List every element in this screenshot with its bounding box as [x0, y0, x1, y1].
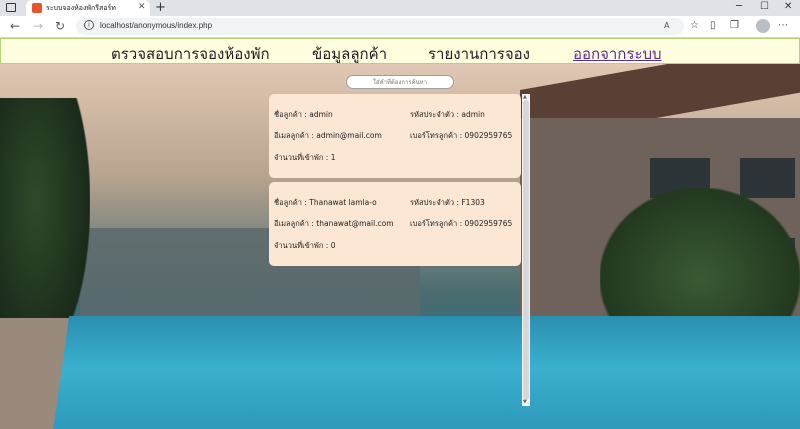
- browser-title-bar: ระบบจองห้องพักรีสอร์ท ✕ + ─ ☐ ✕: [0, 0, 800, 16]
- customer-id-field: รหัสประจำตัว : admin: [410, 110, 485, 119]
- new-tab-icon[interactable]: +: [155, 0, 166, 15]
- customer-list: ชื่อลูกค้า : admin รหัสประจำตัว : admin …: [269, 94, 531, 406]
- site-favicon-icon: [32, 3, 42, 13]
- back-icon[interactable]: ←: [10, 19, 20, 33]
- more-menu-icon[interactable]: ⋯: [778, 20, 788, 31]
- customer-phone-field: เบอร์โทรลูกค้า : 0902959765: [410, 131, 513, 140]
- tab-actions-icon[interactable]: [6, 3, 16, 12]
- maximize-icon[interactable]: ☐: [760, 1, 769, 12]
- collections-icon[interactable]: ❐: [730, 20, 739, 31]
- search-input[interactable]: [346, 75, 454, 89]
- customer-email-field: อีเมลลูกค้า : admin@mail.com: [274, 131, 382, 140]
- customer-email-field: อีเมลลูกค้า : thanawat@mail.com: [274, 219, 394, 228]
- scroll-down-icon[interactable]: ▼: [523, 399, 527, 405]
- list-scrollbar[interactable]: ▲ ▼: [522, 94, 530, 406]
- customer-name-field: ชื่อลูกค้า : Thanawat lamla-o: [274, 198, 377, 207]
- customer-name-field: ชื่อลูกค้า : admin: [274, 110, 333, 119]
- read-aloud-icon[interactable]: A: [664, 21, 669, 30]
- address-url: localhost/anonymous/index.php: [100, 21, 213, 30]
- customer-card: ชื่อลูกค้า : admin รหัสประจำตัว : admin …: [269, 94, 521, 178]
- scrollbar-thumb[interactable]: [523, 100, 529, 400]
- address-bar[interactable]: i localhost/anonymous/index.php A: [76, 18, 684, 35]
- customer-id-field: รหัสประจำตัว : F1303: [410, 198, 485, 207]
- browser-tab[interactable]: ระบบจองห้องพักรีสอร์ท ✕: [26, 0, 150, 16]
- main-navigation: ตรวจสอบการจองห้องพัก ข้อมูลลูกค้า รายงาน…: [0, 38, 800, 64]
- close-window-icon[interactable]: ✕: [784, 1, 792, 12]
- tab-close-icon[interactable]: ✕: [138, 2, 146, 12]
- favorites-icon[interactable]: ☆: [690, 20, 699, 31]
- browser-toolbar: ← → ↻ i localhost/anonymous/index.php A …: [0, 16, 800, 38]
- minimize-icon[interactable]: ─: [736, 1, 742, 12]
- customer-card: ชื่อลูกค้า : Thanawat lamla-o รหัสประจำต…: [269, 182, 521, 266]
- customer-stay-count-field: จำนวนที่เข้าพัก : 0: [274, 241, 336, 250]
- profile-avatar[interactable]: [756, 19, 770, 33]
- nav-logout[interactable]: ออกจากระบบ: [573, 42, 662, 66]
- customer-phone-field: เบอร์โทรลูกค้า : 0902959765: [410, 219, 513, 228]
- split-screen-icon[interactable]: ▯: [710, 20, 716, 31]
- nav-customer-info[interactable]: ข้อมูลลูกค้า: [312, 42, 387, 66]
- page-content: ตรวจสอบการจองห้องพัก ข้อมูลลูกค้า รายงาน…: [0, 38, 800, 429]
- tab-title: ระบบจองห้องพักรีสอร์ท: [46, 4, 116, 12]
- forward-icon[interactable]: →: [33, 19, 43, 33]
- site-info-icon[interactable]: i: [84, 20, 94, 30]
- customer-stay-count-field: จำนวนที่เข้าพัก : 1: [274, 153, 336, 162]
- nav-booking-report[interactable]: รายงานการจอง: [428, 42, 530, 66]
- refresh-icon[interactable]: ↻: [55, 19, 65, 33]
- nav-check-booking[interactable]: ตรวจสอบการจองห้องพัก: [111, 42, 270, 66]
